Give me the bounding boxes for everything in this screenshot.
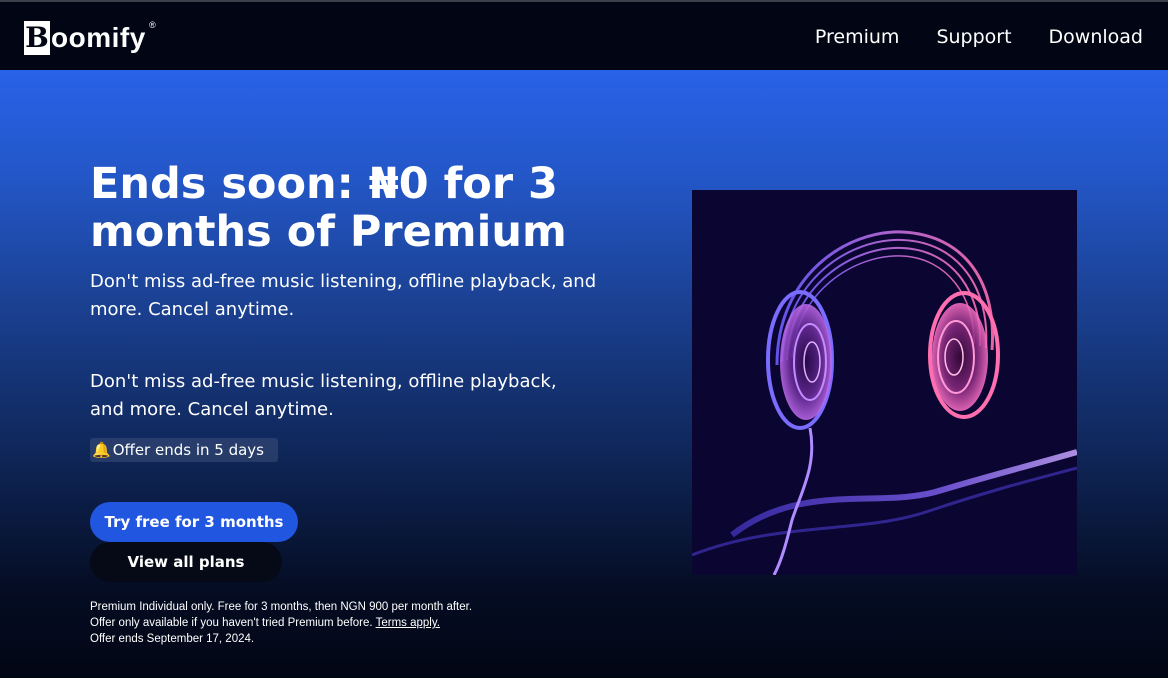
fine-print-line-2-text: Offer only available if you haven't trie… (90, 617, 373, 629)
headphones-icon (692, 230, 1077, 575)
nav-support-link[interactable]: Support (936, 26, 1011, 48)
main-nav: Premium Support Download (815, 26, 1143, 48)
offer-countdown-badge: 🔔 Offer ends in 5 days (90, 438, 278, 462)
brand-name: oomify (51, 22, 146, 53)
view-all-plans-button[interactable]: View all plans (90, 542, 282, 582)
fine-print-line-3: Offer ends September 17, 2024. (90, 633, 255, 645)
try-free-button[interactable]: Try free for 3 months (90, 502, 298, 542)
registered-mark: ® (149, 20, 156, 30)
hero-headline: Ends soon: ₦0 for 3 months of Premium (90, 159, 567, 257)
hero-subtitle-2: Don't miss ad-free music listening, offl… (90, 371, 557, 420)
logo-mark-icon: B (24, 21, 50, 55)
top-navigation-bar: B oomify ® Premium Support Download (0, 0, 1168, 70)
headphones-illustration (692, 190, 1077, 575)
bell-icon: 🔔 (92, 441, 111, 459)
fine-print-line-2: Offer only available if you haven't trie… (90, 615, 550, 631)
fine-print: Premium Individual only. Free for 3 mont… (90, 599, 550, 647)
brand-logo[interactable]: B oomify ® (24, 18, 156, 58)
offer-countdown-text: Offer ends in 5 days (112, 441, 264, 459)
nav-download-link[interactable]: Download (1049, 26, 1143, 48)
hero-subtitle-1: Don't miss ad-free music listening, offl… (90, 271, 597, 320)
terms-apply-link[interactable]: Terms apply. (376, 617, 440, 629)
hero-section: Ends soon: ₦0 for 3 months of Premium Do… (0, 70, 1168, 678)
fine-print-line-1: Premium Individual only. Free for 3 mont… (90, 601, 473, 613)
nav-premium-link[interactable]: Premium (815, 26, 900, 48)
